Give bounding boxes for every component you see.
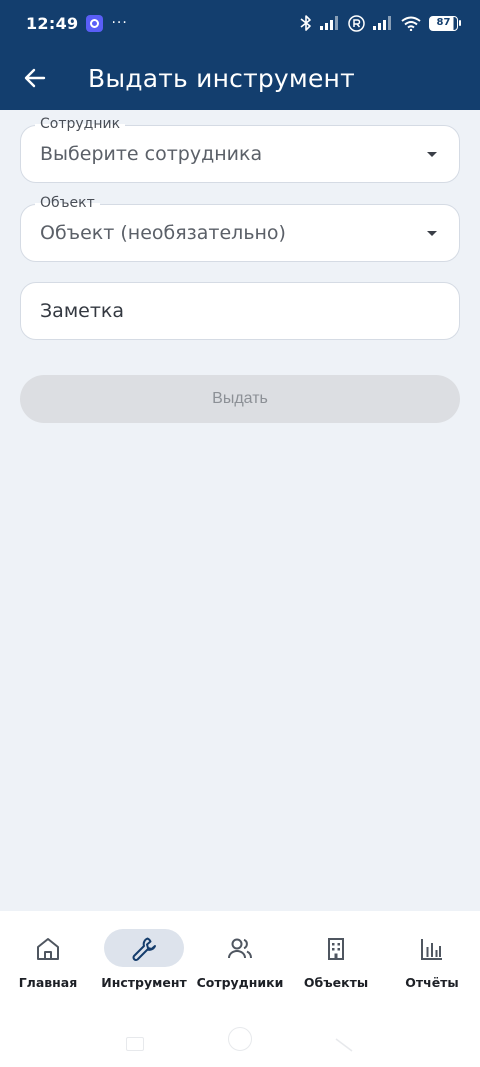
registered-icon [348, 14, 365, 32]
wifi-icon [401, 16, 421, 31]
recent-apps-button[interactable] [126, 1037, 144, 1051]
back-button[interactable] [11, 54, 59, 102]
building-icon [328, 938, 344, 960]
signal-icon-2 [373, 16, 391, 30]
object-select-label: Объект [35, 195, 100, 211]
dropdown-arrow-icon [427, 152, 437, 157]
nav-item-objects-label: Объекты [303, 975, 369, 990]
object-select[interactable]: Объект Объект (необязательно) [20, 195, 460, 262]
nav-item-home[interactable]: Главная [0, 911, 96, 1011]
issue-button[interactable]: Выдать [20, 375, 460, 423]
bottom-navigation: Главная Инструмент Сотрудники Объекты От… [0, 911, 480, 1011]
nav-item-employees-label: Сотрудники [196, 975, 284, 990]
note-input[interactable]: Заметка [20, 282, 460, 340]
status-time: 12:49 [26, 13, 79, 33]
employee-select-placeholder: Выберите сотрудника [40, 143, 263, 165]
nav-item-home-label: Главная [18, 975, 78, 990]
dropdown-arrow-icon [427, 231, 437, 236]
home-system-button[interactable] [228, 1027, 252, 1051]
status-bar: 12:49 ··· 87 [0, 0, 480, 46]
nav-item-employees[interactable]: Сотрудники [192, 911, 288, 1011]
header: 12:49 ··· 87 Выдать инструмент [0, 0, 480, 110]
note-input-placeholder: Заметка [40, 300, 125, 322]
people-icon [228, 938, 252, 959]
nav-item-tools[interactable]: Инструмент [96, 911, 192, 1011]
page-title: Выдать инструмент [88, 63, 355, 93]
nav-item-objects[interactable]: Объекты [288, 911, 384, 1011]
employee-select[interactable]: Сотрудник Выберите сотрудника [20, 116, 460, 183]
object-select-placeholder: Объект (необязательно) [40, 222, 286, 244]
notification-app-icon [86, 14, 104, 32]
nav-item-reports-label: Отчёты [405, 975, 459, 990]
signal-icon [320, 16, 338, 30]
more-notifications-indicator: ··· [111, 15, 128, 31]
bluetooth-icon [300, 15, 311, 31]
nav-item-tools-label: Инструмент [101, 975, 187, 990]
status-icons: 87 [300, 14, 461, 32]
bottom-area: Главная Инструмент Сотрудники Объекты От… [0, 911, 480, 1067]
nav-item-reports[interactable]: Отчёты [384, 911, 480, 1011]
wrench-icon [132, 937, 156, 961]
employee-select-label: Сотрудник [35, 116, 126, 132]
battery-icon: 87 [429, 15, 461, 31]
arrow-left-icon [24, 68, 46, 88]
system-navigation-bar [0, 1011, 480, 1067]
back-system-button[interactable] [334, 1035, 354, 1055]
app-bar: Выдать инструмент [0, 46, 480, 110]
home-icon [37, 938, 59, 960]
bar-chart-icon [421, 939, 442, 960]
